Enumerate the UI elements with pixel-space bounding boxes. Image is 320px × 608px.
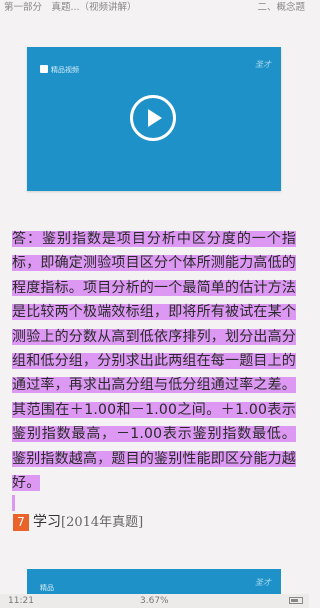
highlight-marker[interactable] (12, 495, 15, 511)
reading-progress: 3.67% (140, 596, 169, 606)
chapter-title[interactable]: 第一部分 真题...（视频讲解） (4, 0, 137, 16)
question-year: [2014年真题] (61, 515, 144, 530)
video-brand-next: 圣才 (255, 578, 271, 587)
battery-icon (289, 597, 303, 604)
play-icon (148, 109, 162, 127)
reader-status-bar: 11:21 3.67% (0, 594, 309, 608)
question-number-badge: 7 (13, 514, 29, 531)
answer-paragraph: 答：鉴别指数是项目分析中区分度的一个指标，即确定测验项目区分个体所测能力高低的程… (12, 227, 296, 495)
question-title: 学习 (33, 514, 61, 530)
video-logo-text: 精品视频 (51, 66, 79, 74)
video-player[interactable]: 精品视频 圣才 (27, 47, 281, 191)
clock-time: 11:21 (8, 596, 34, 606)
battery-level (291, 599, 298, 602)
highlighted-answer-text[interactable]: 答：鉴别指数是项目分析中区分度的一个指标，即确定测验项目区分个体所测能力高低的程… (12, 231, 296, 492)
section-title: 二、概念题 (257, 2, 305, 13)
question-heading: 7 学习[2014年真题] (13, 513, 143, 531)
logo-icon (40, 65, 48, 73)
reader-header: 第一部分 真题...（视频讲解） 二、概念题 (0, 0, 309, 16)
play-button[interactable] (130, 95, 176, 141)
video-logo: 精品视频 (40, 64, 100, 76)
video-brand: 圣才 (255, 60, 271, 69)
video-player-next[interactable]: 精品 圣才 (27, 569, 281, 595)
video-logo-next: 精品 (40, 584, 54, 592)
